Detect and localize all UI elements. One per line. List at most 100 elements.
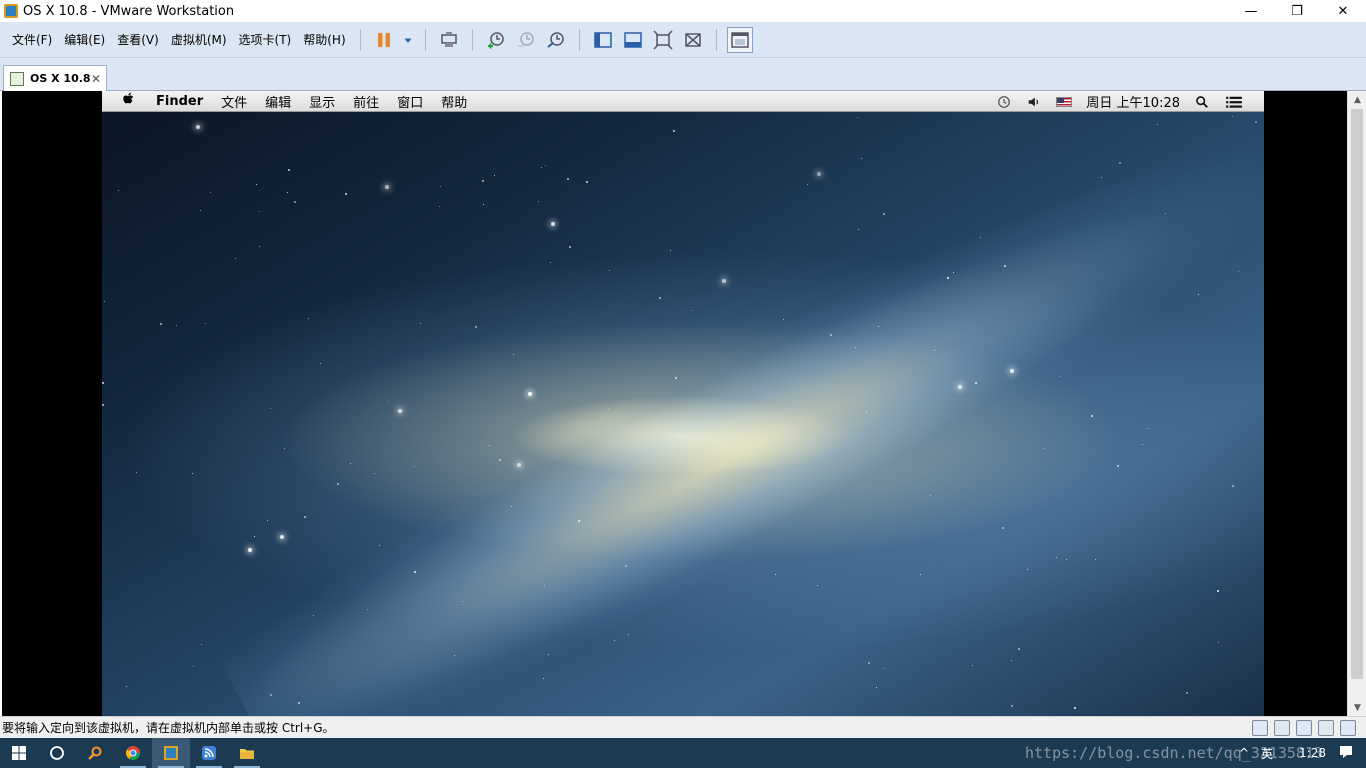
start-button[interactable] [0, 738, 38, 768]
send-ctrl-alt-del-icon[interactable] [436, 27, 462, 53]
scroll-up-icon[interactable]: ▲ [1348, 91, 1366, 108]
menu-tabs[interactable]: 选项卡(T) [233, 31, 298, 48]
window-title: OS X 10.8 - VMware Workstation [23, 3, 235, 19]
menu-toolbar: 文件(F) 编辑(E) 查看(V) 虚拟机(M) 选项卡(T) 帮助(H) [0, 22, 1366, 58]
star [350, 463, 352, 465]
chrome-icon[interactable] [114, 738, 152, 768]
star [1117, 465, 1119, 467]
star [193, 666, 195, 668]
star [517, 463, 521, 467]
vertical-scrollbar[interactable]: ▲ ▼ [1347, 91, 1366, 716]
mac-menu-edit[interactable]: 编辑 [265, 92, 291, 111]
star [550, 262, 552, 264]
console-view-icon[interactable] [726, 26, 753, 53]
restore-button[interactable]: ❐ [1274, 0, 1320, 22]
tab-close-icon[interactable]: ✕ [91, 72, 101, 86]
status-message: 要将输入定向到该虚拟机，请在虚拟机内部单击或按 Ctrl+G。 [2, 721, 335, 735]
menu-file[interactable]: 文件(F) [6, 31, 58, 48]
menu-vm[interactable]: 虚拟机(M) [165, 31, 233, 48]
star [569, 246, 571, 248]
fullscreen-icon[interactable] [650, 27, 676, 53]
us-flag-icon[interactable] [1056, 96, 1073, 107]
vmware-taskbar-icon[interactable] [152, 738, 190, 768]
star [304, 516, 306, 518]
usb-icon[interactable] [1318, 720, 1334, 736]
unity-icon[interactable] [680, 27, 706, 53]
mac-menu-help[interactable]: 帮助 [441, 92, 467, 111]
mac-menu-file[interactable]: 文件 [221, 92, 247, 111]
menu-help[interactable]: 帮助(H) [297, 31, 351, 48]
file-explorer-icon[interactable] [228, 738, 266, 768]
star [628, 634, 630, 636]
tab-strip: OS X 10.8 ✕ [0, 58, 1366, 91]
hard-disk-icon[interactable] [1252, 720, 1268, 736]
mac-clock[interactable]: 周日 上午10:28 [1086, 92, 1180, 111]
cortana-icon[interactable] [38, 738, 76, 768]
star [294, 201, 296, 203]
message-icon[interactable] [1340, 720, 1356, 736]
apple-menu-icon[interactable] [122, 92, 138, 110]
star [1027, 569, 1029, 571]
toolbar-separator [471, 28, 473, 51]
star [248, 548, 252, 552]
star [775, 574, 777, 576]
tab-osx[interactable]: OS X 10.8 ✕ [3, 65, 107, 91]
star [586, 181, 588, 183]
star [388, 401, 390, 403]
scroll-thumb[interactable] [1351, 109, 1363, 679]
time-machine-icon[interactable] [996, 95, 1012, 109]
mac-menu-go[interactable]: 前往 [353, 92, 379, 111]
star [439, 206, 441, 208]
star [288, 169, 290, 171]
star [722, 279, 726, 283]
star [614, 640, 616, 642]
network-icon[interactable] [1296, 720, 1312, 736]
star [538, 201, 540, 203]
galaxy-wallpaper [204, 92, 1264, 716]
revert-snapshot-icon[interactable] [513, 27, 539, 53]
scroll-down-icon[interactable]: ▼ [1348, 699, 1366, 716]
star [868, 662, 870, 664]
star [1074, 707, 1076, 709]
star [670, 250, 672, 252]
dropdown-arrow-icon[interactable] [401, 27, 415, 53]
action-center-icon[interactable] [1338, 744, 1354, 763]
thumbnail-icon[interactable] [620, 27, 646, 53]
star [673, 130, 675, 132]
star [176, 325, 178, 327]
spotlight-icon[interactable] [1194, 95, 1210, 109]
star [659, 297, 661, 299]
star [975, 382, 977, 384]
snapshot-icon[interactable] [483, 27, 509, 53]
star [1011, 660, 1013, 662]
menu-view[interactable]: 查看(V) [111, 31, 165, 48]
mac-app-menu[interactable]: Finder [156, 94, 203, 109]
mac-menu-window[interactable]: 窗口 [397, 92, 423, 111]
library-icon[interactable] [590, 27, 616, 53]
mac-menu-view[interactable]: 显示 [309, 92, 335, 111]
close-button[interactable]: ✕ [1320, 0, 1366, 22]
menu-edit[interactable]: 编辑(E) [58, 31, 111, 48]
snapshot-manager-icon[interactable] [543, 27, 569, 53]
guest-desktop[interactable]: Finder 文件 编辑 显示 前往 窗口 帮助 周日 上午10:28 [102, 91, 1264, 716]
star [298, 702, 300, 704]
pause-icon[interactable] [371, 27, 397, 53]
star [483, 204, 485, 206]
star [256, 184, 258, 186]
star [280, 535, 284, 539]
rss-app-icon[interactable] [190, 738, 228, 768]
search-app-icon[interactable] [76, 738, 114, 768]
volume-icon[interactable] [1026, 95, 1042, 109]
star [270, 408, 272, 410]
notification-center-icon[interactable] [1224, 95, 1244, 109]
star [270, 694, 272, 696]
star [118, 190, 120, 192]
star [830, 334, 832, 336]
minimize-button[interactable]: — [1228, 0, 1274, 22]
star [385, 185, 389, 189]
mac-status-area: 周日 上午10:28 [982, 91, 1244, 112]
star [1018, 648, 1020, 650]
star [972, 665, 974, 667]
star [308, 318, 310, 320]
cd-icon[interactable] [1274, 720, 1290, 736]
